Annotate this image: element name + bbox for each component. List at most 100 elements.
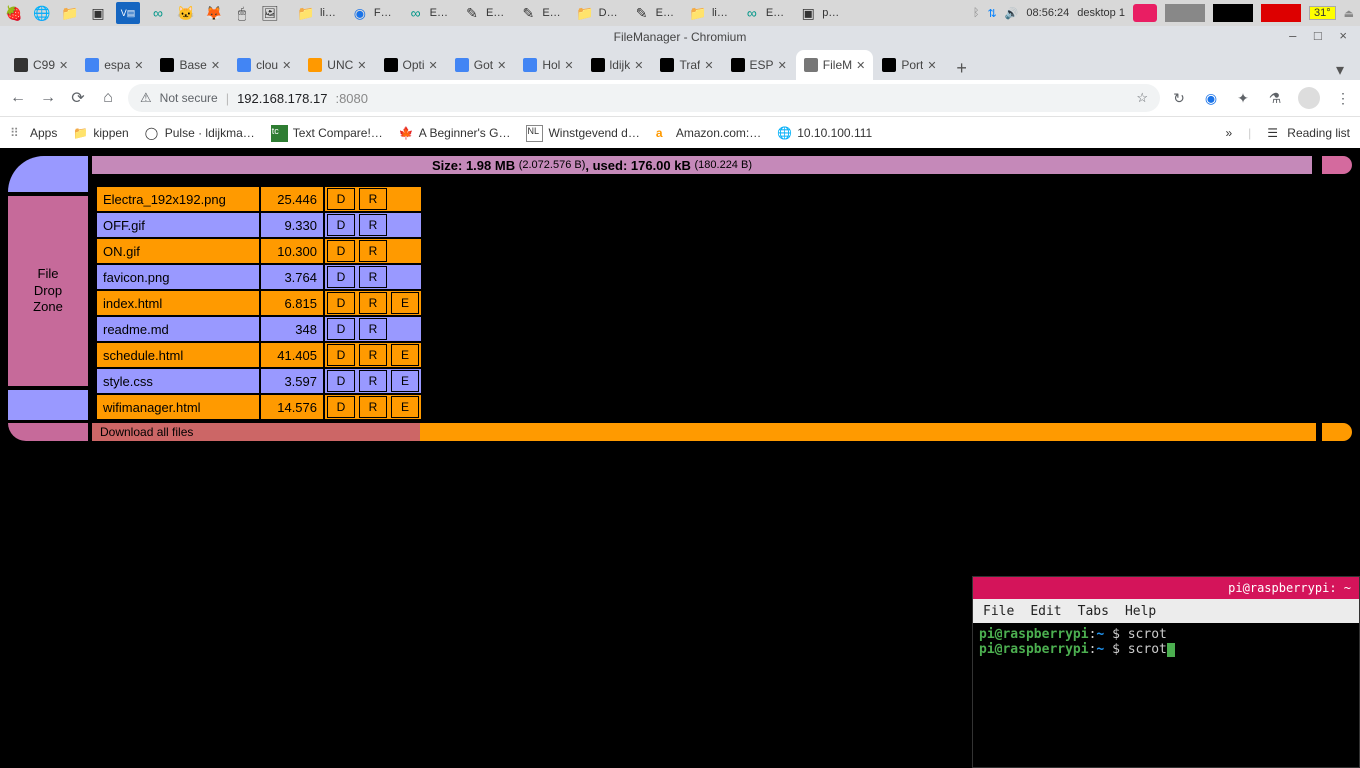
terminal-body[interactable]: pi@raspberrypi:~ $ scrotpi@raspberrypi:~…	[973, 623, 1359, 661]
bookmark-beginners[interactable]: 🍁A Beginner's G…	[399, 126, 511, 141]
terminal-menu-file[interactable]: File	[983, 604, 1014, 619]
back-button[interactable]: ←	[8, 88, 28, 108]
browser-tab[interactable]: FileM✕	[796, 50, 874, 80]
download-button[interactable]: D	[327, 214, 355, 236]
cpu-temp-graph-icon[interactable]	[1261, 4, 1301, 22]
apps-button[interactable]: ⠿Apps	[10, 126, 57, 141]
network-icon[interactable]: ⇅	[988, 7, 997, 20]
task-arduino2-icon[interactable]: ∞	[742, 3, 762, 23]
bookmark-ip[interactable]: 🌐10.10.100.111	[777, 126, 872, 141]
rename-button[interactable]: R	[359, 370, 387, 392]
download-button[interactable]: D	[327, 370, 355, 392]
task-folder3-icon[interactable]: 📁	[688, 3, 708, 23]
edit-button[interactable]: E	[391, 344, 419, 366]
browser-tab[interactable]: Port✕	[874, 50, 944, 80]
download-button[interactable]: D	[327, 292, 355, 314]
browser-tab[interactable]: C99✕	[6, 50, 76, 80]
cat-icon[interactable]: 🐱	[176, 3, 196, 23]
workspace-icon[interactable]	[1133, 4, 1157, 22]
browser-tab[interactable]: espa✕	[77, 50, 151, 80]
file-name[interactable]: OFF.gif	[96, 212, 260, 238]
raspberry-menu-icon[interactable]: 🍓	[4, 3, 24, 23]
bookmark-winstgevend[interactable]: NLWinstgevend d…	[526, 125, 639, 142]
rename-button[interactable]: R	[359, 214, 387, 236]
task-arduino-icon[interactable]: ∞	[406, 3, 426, 23]
task-chrome-icon[interactable]: ◉	[350, 3, 370, 23]
download-button[interactable]: D	[327, 344, 355, 366]
terminal-menu-tabs[interactable]: Tabs	[1078, 604, 1109, 619]
terminal-menu-edit[interactable]: Edit	[1030, 604, 1061, 619]
download-button[interactable]: D	[327, 266, 355, 288]
browser-tab[interactable]: Got✕	[447, 50, 515, 80]
edit-button[interactable]: E	[391, 370, 419, 392]
extension-eye-icon[interactable]: ◉	[1202, 89, 1220, 107]
reading-list-button[interactable]: ☰Reading list	[1267, 126, 1350, 141]
download-button[interactable]: D	[327, 188, 355, 210]
tab-close-icon[interactable]: ✕	[856, 59, 865, 72]
file-name[interactable]: style.css	[96, 368, 260, 394]
bookmark-amazon[interactable]: aAmazon.com:…	[656, 126, 761, 141]
file-name[interactable]: readme.md	[96, 316, 260, 342]
temperature-badge[interactable]: 31°	[1309, 6, 1336, 20]
tab-close-icon[interactable]: ✕	[357, 59, 366, 72]
clock[interactable]: 08:56:24	[1026, 7, 1069, 19]
edit-button[interactable]: E	[391, 396, 419, 418]
file-name[interactable]: Electra_192x192.png	[96, 186, 260, 212]
bluetooth-icon[interactable]: ᛒ	[973, 7, 980, 19]
rename-button[interactable]: R	[359, 318, 387, 340]
browser-tab[interactable]: Hol✕	[515, 50, 581, 80]
browser-tab[interactable]: ESP✕	[723, 50, 795, 80]
task-terminal-icon[interactable]: ▣	[798, 3, 818, 23]
eject-icon[interactable]: ⏏	[1344, 7, 1354, 20]
chrome-menu-icon[interactable]: ⋮	[1334, 89, 1352, 107]
tab-close-icon[interactable]: ✕	[564, 59, 573, 72]
task-editor-icon[interactable]: ✎	[462, 3, 482, 23]
desktop-indicator[interactable]: desktop 1	[1077, 7, 1125, 19]
terminal-icon[interactable]: ▣	[88, 3, 108, 23]
download-button[interactable]: D	[327, 318, 355, 340]
image-icon[interactable]: 🖼	[260, 3, 280, 23]
mouse-icon[interactable]: 🖱	[232, 3, 252, 23]
tab-search-icon[interactable]: ▾	[1328, 60, 1352, 80]
forward-button[interactable]: →	[38, 88, 58, 108]
rename-button[interactable]: R	[359, 396, 387, 418]
tab-close-icon[interactable]: ✕	[429, 59, 438, 72]
tab-close-icon[interactable]: ✕	[927, 59, 936, 72]
terminal-menu-help[interactable]: Help	[1125, 604, 1156, 619]
edit-button[interactable]: E	[391, 292, 419, 314]
bookmark-textcompare[interactable]: tcText Compare!…	[271, 125, 383, 142]
home-button[interactable]: ⌂	[98, 88, 118, 108]
reload-button[interactable]: ⟳	[68, 88, 88, 108]
arduino-icon[interactable]: ∞	[148, 3, 168, 23]
address-bar[interactable]: ⚠ Not secure | 192.168.178.17:8080 ☆	[128, 84, 1160, 112]
extension-flask-icon[interactable]: ⚗	[1266, 89, 1284, 107]
vnc-icon[interactable]: V▤	[116, 2, 140, 24]
extensions-icon[interactable]: ✦	[1234, 89, 1252, 107]
cpu-graph-icon[interactable]	[1213, 4, 1253, 22]
browser-tab[interactable]: clou✕	[229, 50, 299, 80]
file-name[interactable]: index.html	[96, 290, 260, 316]
tab-close-icon[interactable]: ✕	[59, 59, 68, 72]
volume-icon[interactable]: 🔊	[1005, 7, 1019, 20]
tab-close-icon[interactable]: ✕	[211, 59, 220, 72]
new-tab-button[interactable]: +	[950, 56, 974, 80]
file-name[interactable]: schedule.html	[96, 342, 260, 368]
browser-tab[interactable]: UNC✕	[300, 50, 374, 80]
download-button[interactable]: D	[327, 240, 355, 262]
window-controls[interactable]: – □ ×	[1289, 28, 1354, 43]
tab-close-icon[interactable]: ✕	[282, 59, 291, 72]
bookmark-pulse[interactable]: ◯Pulse · ldijkma…	[145, 126, 255, 141]
download-all-button[interactable]: Download all files	[92, 423, 424, 441]
task-editor2-icon[interactable]: ✎	[518, 3, 538, 23]
file-name[interactable]: wifimanager.html	[96, 394, 260, 420]
files-icon[interactable]: 📁	[60, 3, 80, 23]
browser-tab[interactable]: Base✕	[152, 50, 228, 80]
bookmark-kippen[interactable]: 📁kippen	[73, 126, 128, 141]
window-titlebar[interactable]: FileManager - Chromium – □ ×	[0, 26, 1360, 48]
profile-icon[interactable]	[1298, 87, 1320, 109]
browser-tab[interactable]: Traf✕	[652, 50, 721, 80]
task-editor3-icon[interactable]: ✎	[632, 3, 652, 23]
task-folder-icon[interactable]: 📁	[296, 3, 316, 23]
file-name[interactable]: ON.gif	[96, 238, 260, 264]
task-folder2-icon[interactable]: 📁	[575, 3, 595, 23]
